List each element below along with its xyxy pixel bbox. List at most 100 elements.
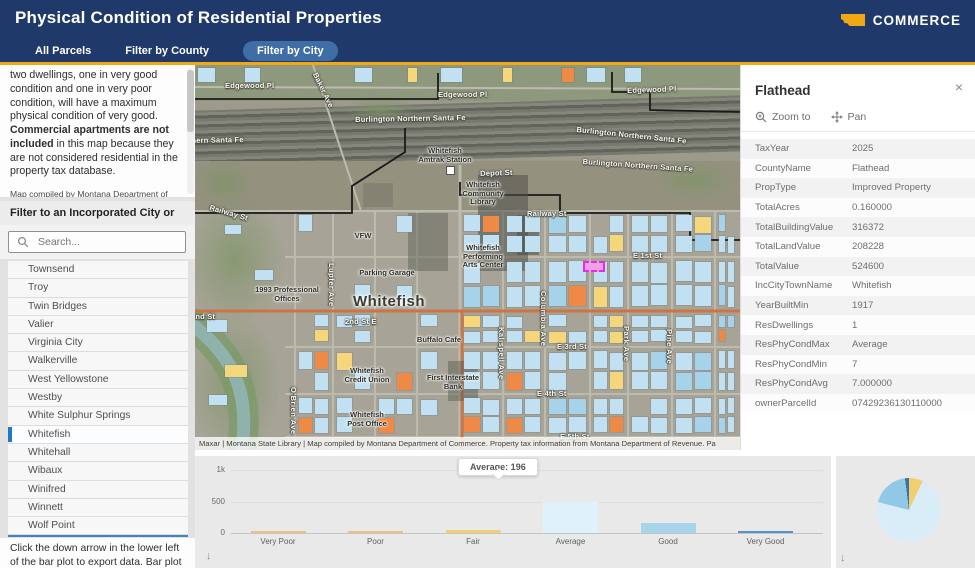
field-value: Improved Property — [852, 182, 975, 193]
street-label: Burlington Northern Santa Fe — [195, 135, 244, 146]
field-value: Whitefish — [852, 280, 975, 291]
bar-very-poor[interactable] — [251, 531, 306, 533]
poi-label-line: Parking Garage — [359, 269, 414, 278]
intro-footnote: Map compiled by Montana Department of Co… — [10, 188, 179, 197]
city-list-item[interactable]: Westby — [8, 389, 188, 407]
city-list-item[interactable]: Whitefish — [8, 426, 188, 444]
chart-tooltip: Average: 196 — [458, 458, 538, 476]
scrollbar-track[interactable] — [187, 68, 194, 194]
bar-very-good[interactable] — [738, 531, 793, 533]
tab-filter-by-city[interactable]: Filter by City — [243, 41, 338, 61]
city-list-item[interactable]: Wolf Point — [8, 517, 188, 535]
category-label: Average — [531, 537, 611, 546]
bar-good[interactable] — [641, 523, 696, 533]
street-label: Depot St — [480, 168, 513, 178]
field-value: 7 — [852, 359, 975, 370]
poi-label: WhitefishCommunityLibrary — [462, 181, 503, 207]
poi-label: Buffalo Cafe — [417, 336, 461, 345]
street-label: E 4th St — [537, 389, 567, 398]
poi-label-line: Offices — [255, 295, 319, 304]
pan-button[interactable]: Pan — [831, 111, 867, 123]
table-row: YearBuiltMin1917 — [741, 296, 975, 316]
city-list-item[interactable]: Wibaux — [8, 462, 188, 480]
table-row: TotalValue524600 — [741, 257, 975, 277]
popup-toolbar: Zoom to Pan — [755, 111, 866, 123]
poi-label: WhitefishPerformingArts Center — [463, 244, 504, 270]
field-value: 1917 — [852, 300, 975, 311]
zoom-to-button[interactable]: Zoom to — [755, 111, 811, 123]
category-label: Poor — [336, 537, 416, 546]
ytick-500: 500 — [197, 497, 225, 506]
table-row: PropTypeImproved Property — [741, 178, 975, 198]
search-input[interactable] — [36, 235, 170, 249]
pie-export-arrow-icon[interactable]: ↓ — [840, 552, 846, 564]
table-row: ResDwellings1 — [741, 315, 975, 335]
street-label: 2nd St — [195, 312, 215, 321]
field-name: CountyName — [741, 163, 852, 174]
table-row: ResPhyCondAvg7.000000 — [741, 374, 975, 394]
pan-icon — [831, 111, 843, 123]
city-list-item[interactable]: West Yellowstone — [8, 371, 188, 389]
city-name: Townsend — [28, 264, 74, 275]
bar-poor[interactable] — [348, 531, 403, 533]
poi-label-line: Amtrak Station — [418, 156, 471, 165]
zoom-to-icon — [755, 111, 767, 123]
poi-label: First InterstateBank — [427, 374, 479, 391]
city-list-item[interactable]: Whitehall — [8, 444, 188, 462]
export-data-arrow-icon[interactable]: ↓ — [206, 550, 212, 562]
header: Physical Condition of Residential Proper… — [0, 0, 975, 62]
city-list-item[interactable]: Virginia City — [8, 334, 188, 352]
field-value: 208228 — [852, 241, 975, 252]
poi-label-line: Post Office — [347, 420, 387, 429]
city-list-item[interactable]: Troy — [8, 279, 188, 297]
street-label: Pine Ave — [665, 329, 674, 364]
city-list-item[interactable]: Townsend — [8, 261, 188, 279]
city-list-item[interactable]: Valier — [8, 316, 188, 334]
field-name: PropType — [741, 182, 852, 193]
city-list: Townsend Troy Twin Bridges Valier Virginia C… — [8, 261, 188, 537]
sidebar: two dwellings, one in very good conditio… — [0, 65, 195, 568]
field-name: YearBuiltMin — [741, 300, 852, 311]
table-row: ownerParcelId07429236130110000 — [741, 394, 975, 414]
poi-label: WhitefishAmtrak Station — [418, 147, 471, 164]
city-name: Winnett — [28, 502, 63, 513]
city-list-item[interactable]: Winnett — [8, 499, 188, 517]
city-list-item[interactable]: Twin Bridges — [8, 298, 188, 316]
city-name: West Yellowstone — [28, 374, 109, 385]
field-value: Average — [852, 339, 975, 350]
street-label: Edgewood Pl — [627, 84, 677, 95]
city-name: Virginia City — [28, 337, 83, 348]
search-box[interactable] — [8, 231, 186, 253]
city-name: Twin Bridges — [28, 301, 87, 312]
page-title: Physical Condition of Residential Proper… — [15, 8, 382, 28]
bar-fair[interactable] — [446, 530, 501, 533]
city-name: Walkerville — [28, 355, 77, 366]
bar-chart-panel: 1k 500 0 Very PoorPoorFairAverageGoodVer… — [195, 456, 831, 568]
bar-average[interactable] — [543, 502, 598, 533]
city-list-item[interactable]: Winifred — [8, 481, 188, 499]
poi-label-line: Bank — [427, 383, 479, 392]
intro-paragraph: two dwellings, one in very good conditio… — [10, 69, 179, 179]
city-list-item[interactable]: Walkerville — [8, 352, 188, 370]
field-value: 1 — [852, 320, 975, 331]
map-labels: Whitefish Edgewood PlEdgewood PlEdgewood… — [195, 65, 740, 450]
scrollbar-thumb[interactable] — [187, 70, 194, 132]
tab-all-parcels[interactable]: All Parcels — [35, 45, 91, 57]
table-row: CountyNameFlathead — [741, 159, 975, 179]
montana-state-icon — [840, 12, 866, 29]
map-canvas[interactable]: Whitefish Edgewood PlEdgewood PlEdgewood… — [195, 65, 740, 450]
tab-filter-by-county[interactable]: Filter by County — [125, 45, 209, 57]
street-label: Lupfer Ave — [327, 263, 336, 307]
zoom-to-label: Zoom to — [772, 111, 811, 123]
filter-header: Filter to an Incorporated City or Town — [0, 201, 195, 225]
city-list-item[interactable]: White Sulphur Springs — [8, 407, 188, 425]
street-label: 2nd St E — [345, 317, 377, 326]
category-label: Very Good — [726, 537, 806, 546]
poi-label-line: Arts Center — [463, 261, 504, 270]
pie-chart[interactable] — [877, 478, 941, 542]
poi-label: Parking Garage — [359, 269, 414, 278]
table-row: ResPhyCondMin7 — [741, 355, 975, 375]
field-name: TaxYear — [741, 143, 852, 154]
field-name: ResPhyCondMin — [741, 359, 852, 370]
close-icon[interactable]: × — [955, 79, 963, 95]
